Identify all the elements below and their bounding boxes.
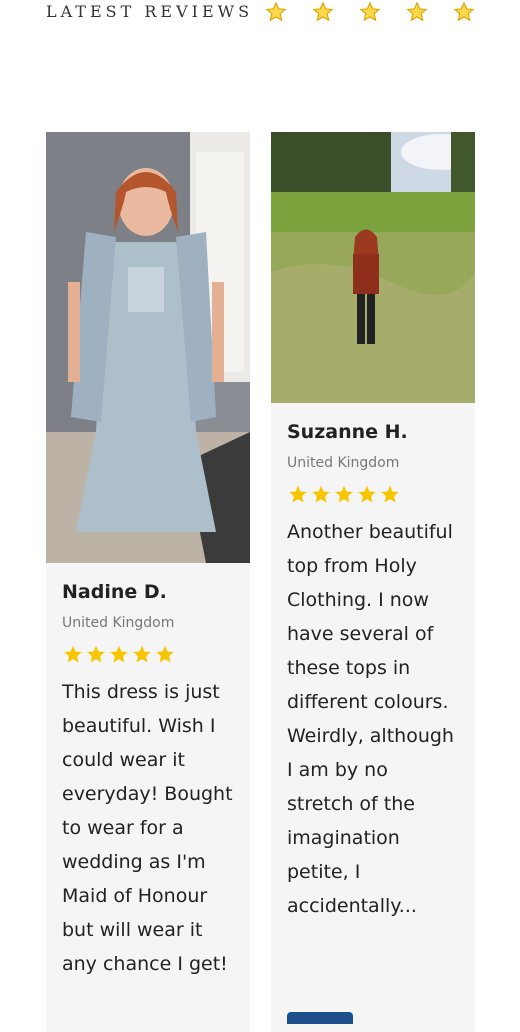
star-icon	[406, 1, 428, 22]
reviewer-country: United Kingdom	[287, 455, 400, 471]
star-icon	[265, 1, 287, 22]
section-title: LATEST REVIEWS	[46, 2, 254, 21]
review-card[interactable]: Suzanne H. United Kingdom Another beauti…	[271, 132, 475, 1032]
rating-stars	[287, 484, 459, 505]
rating-stars	[62, 644, 234, 665]
star-icon	[110, 645, 128, 663]
review-photo[interactable]	[46, 132, 250, 563]
reviews-header: LATEST REVIEWS	[46, 0, 498, 24]
star-icon	[289, 485, 307, 503]
star-icon	[87, 645, 105, 663]
star-icon	[312, 1, 334, 22]
reviewer-country: United Kingdom	[62, 615, 175, 631]
star-icon	[133, 645, 151, 663]
review-text: Another beautiful top from Holy Clothing…	[287, 521, 454, 917]
review-text: This dress is just beautiful. Wish I cou…	[62, 681, 233, 975]
review-photo[interactable]	[271, 132, 475, 403]
review-card[interactable]: Nadine D. United Kingdom This dress is j…	[46, 132, 250, 1032]
reviewer-name: Nadine D.	[62, 581, 167, 603]
product-thumbnail[interactable]	[287, 1012, 353, 1024]
star-icon	[381, 485, 399, 503]
star-icon	[335, 485, 353, 503]
reviewer-name: Suzanne H.	[287, 421, 408, 443]
star-icon	[156, 645, 174, 663]
star-icon	[312, 485, 330, 503]
star-icon	[358, 485, 376, 503]
header-stars	[263, 1, 498, 23]
star-icon	[453, 1, 475, 22]
star-icon	[359, 1, 381, 22]
star-icon	[64, 645, 82, 663]
